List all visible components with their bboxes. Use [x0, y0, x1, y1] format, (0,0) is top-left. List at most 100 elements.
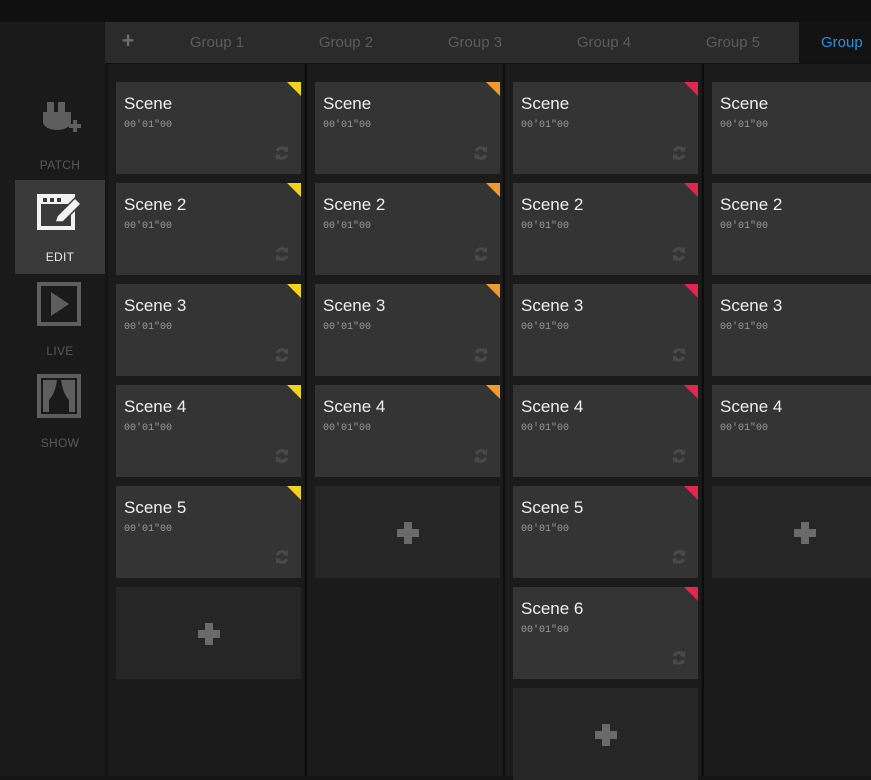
add-scene-button[interactable] [116, 587, 301, 679]
sidebar-item-patch[interactable]: PATCH [15, 88, 105, 182]
sidebar-item-live[interactable]: LIVE [15, 272, 105, 366]
sidebar: PATCH EDIT LIVE SHOW [0, 22, 105, 776]
scene-card[interactable]: Scene 00'01"00 [315, 82, 500, 174]
scene-duration: 00'01"00 [720, 120, 769, 131]
loop-icon[interactable] [273, 144, 291, 162]
scene-card[interactable]: Scene 5 00'01"00 [513, 486, 698, 578]
scene-name: Scene 3 [720, 296, 783, 315]
sidebar-item-edit[interactable]: EDIT [15, 180, 105, 274]
add-scene-button[interactable] [513, 688, 698, 780]
scene-card[interactable]: Scene 5 00'01"00 [116, 486, 301, 578]
top-band [0, 0, 871, 22]
scene-card[interactable]: Scene 4 00'01"00 [513, 385, 698, 477]
scene-card[interactable]: Scene 3 00'01"00 [513, 284, 698, 376]
scene-card[interactable]: Scene 3 00'01"00 [712, 284, 871, 376]
loop-icon[interactable] [273, 346, 291, 364]
scene-duration: 00'01"00 [323, 221, 372, 232]
tab-group-5[interactable]: Group 5 [673, 22, 793, 63]
color-tag [684, 183, 698, 197]
live-play-icon [37, 282, 81, 326]
edit-icon [37, 194, 83, 230]
loop-icon[interactable] [273, 245, 291, 263]
scene-column-4: Scene 00'01"00 Scene 2 00'01"00 Scene 3 00'01… [704, 64, 871, 776]
tab-group-4[interactable]: Group 4 [544, 22, 664, 63]
color-tag [684, 486, 698, 500]
scene-name: Scene [124, 94, 173, 113]
tab-group-6[interactable]: Group [799, 22, 871, 63]
app-window: PATCH EDIT LIVE SHOW + Group 1 Group 2 G… [0, 0, 871, 780]
scene-card[interactable]: Scene 4 00'01"00 [116, 385, 301, 477]
loop-icon[interactable] [273, 447, 291, 465]
tab-group-1[interactable]: Group 1 [157, 22, 277, 63]
color-tag [287, 183, 301, 197]
loop-icon[interactable] [670, 346, 688, 364]
loop-icon[interactable] [472, 245, 490, 263]
scene-name: Scene 3 [323, 296, 386, 315]
scene-duration: 00'01"00 [124, 524, 173, 535]
scene-duration: 00'01"00 [521, 120, 570, 131]
scene-name: Scene 6 [521, 599, 584, 618]
scene-name: Scene [521, 94, 570, 113]
sidebar-item-show[interactable]: SHOW [15, 364, 105, 458]
sidebar-item-label: PATCH [39, 158, 81, 172]
add-group-button[interactable]: + [117, 30, 139, 52]
scene-name: Scene 5 [124, 498, 187, 517]
scene-duration: 00'01"00 [124, 221, 173, 232]
scene-card[interactable]: Scene 2 00'01"00 [513, 183, 698, 275]
loop-icon[interactable] [670, 245, 688, 263]
scene-card[interactable]: Scene 00'01"00 [513, 82, 698, 174]
scene-name: Scene 4 [124, 397, 187, 416]
sidebar-item-label: EDIT [45, 250, 75, 264]
loop-icon[interactable] [273, 548, 291, 566]
scene-card[interactable]: Scene 4 00'01"00 [315, 385, 500, 477]
scene-card[interactable]: Scene 3 00'01"00 [116, 284, 301, 376]
loop-icon[interactable] [472, 447, 490, 465]
plus-icon [198, 623, 220, 645]
scene-card[interactable]: Scene 3 00'01"00 [315, 284, 500, 376]
scene-card[interactable]: Scene 4 00'01"00 [712, 385, 871, 477]
loop-icon[interactable] [670, 649, 688, 667]
scene-duration: 00'01"00 [521, 524, 570, 535]
scene-column-1: Scene 00'01"00 Scene 2 00'01"00 Scene 3 00'01… [108, 64, 304, 776]
loop-icon[interactable] [472, 346, 490, 364]
loop-icon[interactable] [670, 447, 688, 465]
color-tag [486, 183, 500, 197]
color-tag [486, 385, 500, 399]
scene-card[interactable]: Scene 00'01"00 [116, 82, 301, 174]
scene-name: Scene 2 [323, 195, 386, 214]
color-tag [684, 82, 698, 96]
scene-duration: 00'01"00 [323, 322, 372, 333]
scene-duration: 00'01"00 [124, 322, 173, 333]
tab-group-2[interactable]: Group 2 [286, 22, 406, 63]
scene-card[interactable]: Scene 00'01"00 [712, 82, 871, 174]
scene-duration: 00'01"00 [521, 322, 570, 333]
plus-icon [794, 522, 816, 544]
color-tag [486, 284, 500, 298]
scene-duration: 00'01"00 [521, 423, 570, 434]
scene-name: Scene 2 [124, 195, 187, 214]
color-tag [287, 486, 301, 500]
scene-card[interactable]: Scene 6 00'01"00 [513, 587, 698, 679]
loop-icon[interactable] [472, 144, 490, 162]
scene-duration: 00'01"00 [521, 221, 570, 232]
color-tag [684, 284, 698, 298]
tab-group-3[interactable]: Group 3 [415, 22, 535, 63]
scene-card[interactable]: Scene 2 00'01"00 [315, 183, 500, 275]
loop-icon[interactable] [670, 144, 688, 162]
scene-duration: 00'01"00 [323, 423, 372, 434]
scene-name: Scene 3 [521, 296, 584, 315]
loop-icon[interactable] [670, 548, 688, 566]
scene-duration: 00'01"00 [323, 120, 372, 131]
scene-name: Scene 2 [720, 195, 783, 214]
patch-icon [43, 102, 81, 132]
color-tag [486, 82, 500, 96]
add-scene-button[interactable] [315, 486, 500, 578]
sidebar-item-label: SHOW [40, 436, 80, 450]
scene-name: Scene 4 [720, 397, 783, 416]
scene-card[interactable]: Scene 2 00'01"00 [712, 183, 871, 275]
scene-card[interactable]: Scene 2 00'01"00 [116, 183, 301, 275]
scene-duration: 00'01"00 [720, 423, 769, 434]
add-scene-button[interactable] [712, 486, 871, 578]
scene-name: Scene [323, 94, 372, 113]
color-tag [287, 82, 301, 96]
